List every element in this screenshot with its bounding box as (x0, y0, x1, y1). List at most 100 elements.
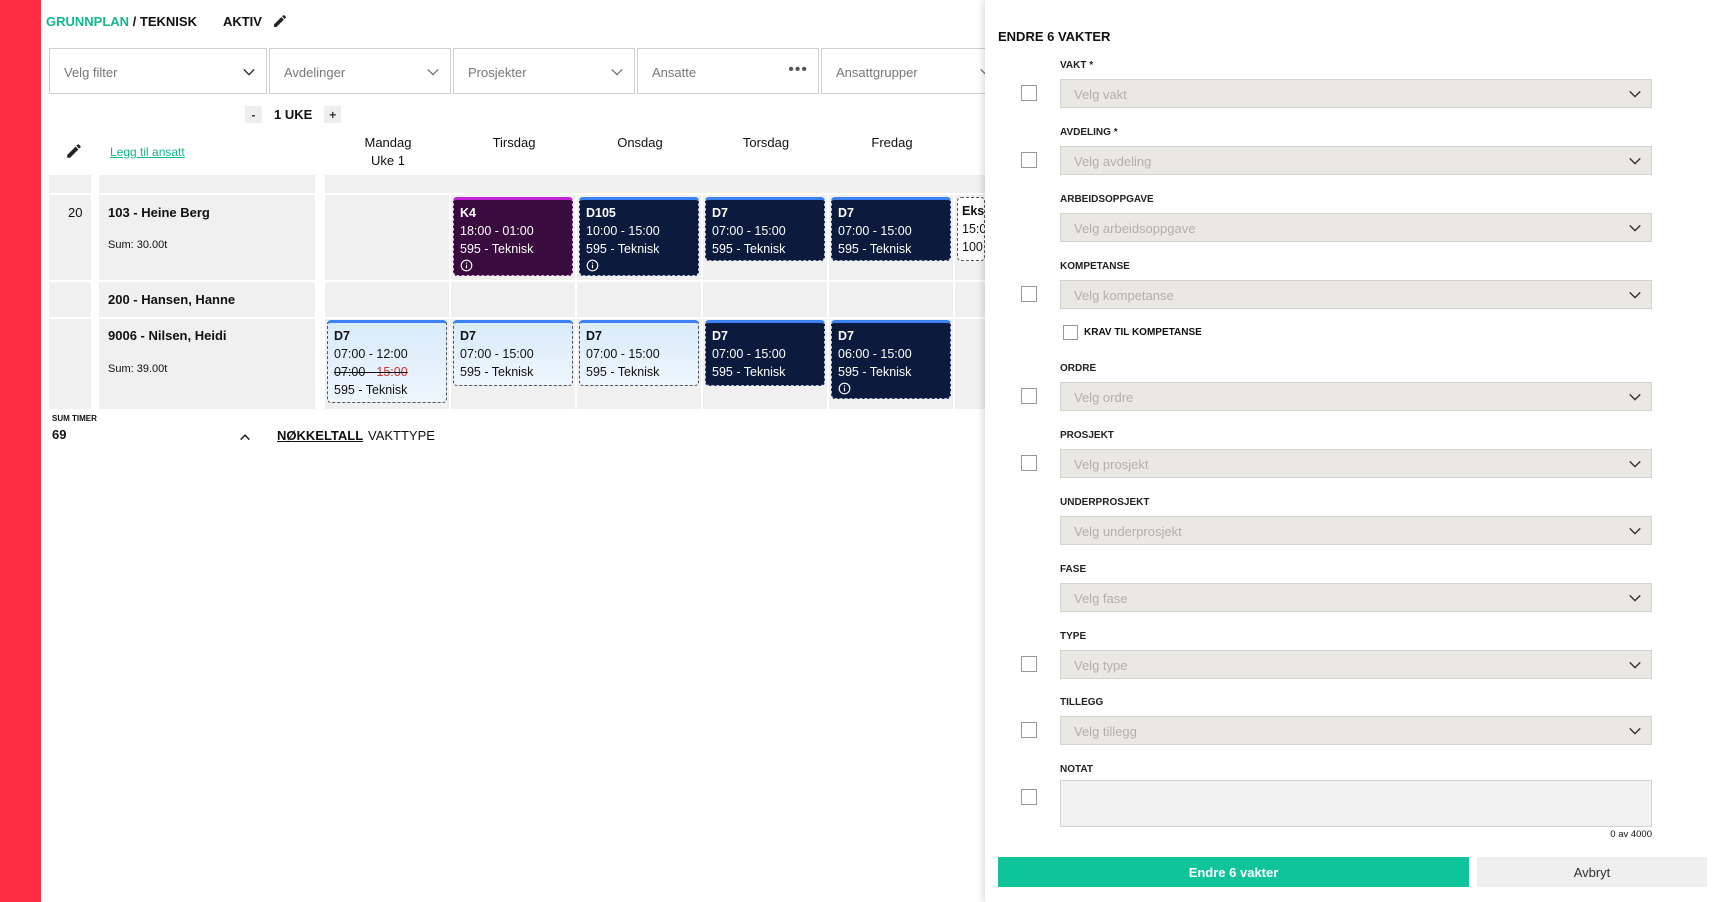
shift-card[interactable]: D7 06:00 - 15:00 595 - Teknisk (831, 320, 951, 399)
day-header-friday: Fredag (832, 134, 952, 152)
edit-shifts-panel: ENDRE 6 VAKTER VAKT * Velg vakt AVDELING… (985, 0, 1718, 902)
type-select[interactable]: Velg type (1060, 650, 1652, 679)
chevron-down-icon (611, 68, 623, 76)
shift-dept: 595 - Teknisk (712, 242, 786, 256)
shift-card[interactable]: D7 07:00 - 15:00 595 - Teknisk (705, 197, 825, 261)
employee-name[interactable]: 200 - Hansen, Hanne (108, 292, 235, 307)
employee-name[interactable]: 9006 - Nilsen, Heidi (108, 328, 227, 343)
competence-select[interactable]: Velg kompetanse (1060, 280, 1652, 309)
shift-code: K4 (460, 206, 476, 220)
field-checkbox[interactable] (1021, 656, 1037, 672)
shift-dept: 595 - Teknisk (460, 242, 534, 256)
breadcrumb-separator: / (129, 13, 140, 29)
field-checkbox[interactable] (1021, 722, 1037, 738)
info-icon[interactable] (586, 259, 599, 272)
shift-card[interactable]: D7 07:00 - 12:00 07:00 - 15:00 595 - Tek… (327, 320, 447, 403)
field-label: AVDELING * (1060, 127, 1118, 138)
edit-pencil-icon[interactable] (272, 13, 288, 29)
shift-code: D7 (460, 329, 476, 343)
employee-name[interactable]: 103 - Heine Berg (108, 205, 210, 220)
project-select[interactable]: Velg prosjekt (1060, 449, 1652, 478)
shift-code: D7 (712, 206, 728, 220)
note-textarea[interactable] (1060, 780, 1652, 827)
add-employee-link[interactable]: Legg til ansatt (110, 145, 185, 159)
chevron-down-icon (243, 68, 255, 76)
info-icon[interactable] (460, 259, 473, 272)
field-label: TILLEGG (1060, 697, 1104, 708)
field-checkbox[interactable] (1021, 455, 1037, 471)
employees-select[interactable]: Ansatte ••• (637, 48, 819, 94)
shift-dept: 100 (962, 240, 983, 254)
field-checkbox[interactable] (1021, 789, 1037, 805)
chevron-up-icon[interactable] (238, 430, 252, 444)
shift-time: 06:00 - 15:00 (838, 347, 912, 361)
field-checkbox[interactable] (1021, 286, 1037, 302)
breadcrumb: GRUNNPLAN / TEKNISK AKTIV (46, 13, 288, 29)
day-name: Onsdag (617, 135, 663, 150)
order-select[interactable]: Velg ordre (1060, 382, 1652, 411)
supplement-select[interactable]: Velg tillegg (1060, 716, 1652, 745)
shift-time: 07:00 - 15:00 (712, 224, 786, 238)
task-select[interactable]: Velg arbeidsoppgave (1060, 213, 1652, 242)
cancel-button[interactable]: Avbryt (1477, 857, 1707, 887)
edit-pencil-icon[interactable] (65, 142, 83, 160)
shift-card[interactable]: D7 07:00 - 15:00 595 - Teknisk (705, 320, 825, 386)
shift-card[interactable]: D7 07:00 - 15:00 595 - Teknisk (579, 320, 699, 386)
select-placeholder: Velg ordre (1074, 390, 1134, 405)
shift-time: 07:00 - 15:00 (586, 347, 660, 361)
submit-button[interactable]: Endre 6 vakter (998, 857, 1469, 887)
filter-bar: Velg filter Avdelinger Prosjekter Ansatt… (49, 48, 993, 94)
shift-card[interactable]: K4 18:00 - 01:00 595 - Teknisk (453, 197, 573, 276)
shift-card[interactable]: D7 07:00 - 15:00 595 - Teknisk (453, 320, 573, 386)
shift-dept: 595 - Teknisk (586, 242, 660, 256)
chevron-down-icon (1629, 527, 1641, 535)
breadcrumb-plan[interactable]: GRUNNPLAN (46, 14, 129, 29)
shift-select[interactable]: Velg vakt (1060, 79, 1652, 108)
shift-code: D7 (838, 206, 854, 220)
select-placeholder: Velg type (1074, 658, 1128, 673)
shift-card[interactable]: D7 07:00 - 15:00 595 - Teknisk (831, 197, 951, 261)
select-placeholder: Velg arbeidsoppgave (1074, 221, 1196, 236)
employee-groups-select[interactable]: Ansattgrupper (821, 48, 992, 94)
tab-key-figures[interactable]: NØKKELTALL (277, 428, 363, 443)
shift-dept: 595 - Teknisk (712, 365, 786, 379)
week-increase-button[interactable]: + (324, 106, 342, 123)
shift-code: D7 (334, 329, 350, 343)
shift-card[interactable]: Eks 15:0 100 (957, 197, 985, 261)
shift-dept: 595 - Teknisk (838, 242, 912, 256)
filter-select[interactable]: Velg filter (49, 48, 267, 94)
old-start-time: 07:00 - (334, 365, 377, 379)
char-counter: 0 av 4000 (1610, 829, 1652, 840)
field-label: PROSJEKT (1060, 430, 1114, 441)
week-label: 1 UKE (274, 107, 313, 122)
shift-time: 10:00 - 15:00 (586, 224, 660, 238)
department-select[interactable]: Velg avdeling (1060, 146, 1652, 175)
subproject-select[interactable]: Velg underprosjekt (1060, 516, 1652, 545)
field-label: KOMPETANSE (1060, 261, 1130, 272)
day-name: Fredag (871, 135, 913, 150)
field-checkbox[interactable] (1021, 388, 1037, 404)
competence-required-checkbox[interactable] (1063, 325, 1078, 340)
shift-card[interactable]: D105 10:00 - 15:00 595 - Teknisk (579, 197, 699, 276)
field-checkbox[interactable] (1021, 152, 1037, 168)
chevron-down-icon (1629, 157, 1641, 165)
shift-code: D7 (838, 329, 854, 343)
week-decrease-button[interactable]: - (245, 106, 262, 123)
info-icon[interactable] (838, 382, 851, 395)
phase-select[interactable]: Velg fase (1060, 583, 1652, 612)
tab-shift-type[interactable]: VAKTTYPE (368, 428, 435, 443)
departments-select[interactable]: Avdelinger (269, 48, 451, 94)
chevron-down-icon (1629, 727, 1641, 735)
field-label: ARBEIDSOPPGAVE (1060, 194, 1154, 205)
day-header-monday: Mandag Uke 1 (328, 134, 448, 170)
field-checkbox[interactable] (1021, 85, 1037, 101)
field-label: ORDRE (1060, 363, 1097, 374)
day-name: Mandag (364, 135, 412, 150)
breadcrumb-dept: TEKNISK (139, 13, 197, 29)
select-placeholder: Velg avdeling (1074, 154, 1152, 169)
select-placeholder: Velg underprosjekt (1074, 524, 1182, 539)
shift-dept: 595 - Teknisk (586, 365, 660, 379)
field-label: NOTAT (1060, 764, 1093, 775)
shift-time: 07:00 - 12:00 (334, 347, 408, 361)
projects-select[interactable]: Prosjekter (453, 48, 635, 94)
